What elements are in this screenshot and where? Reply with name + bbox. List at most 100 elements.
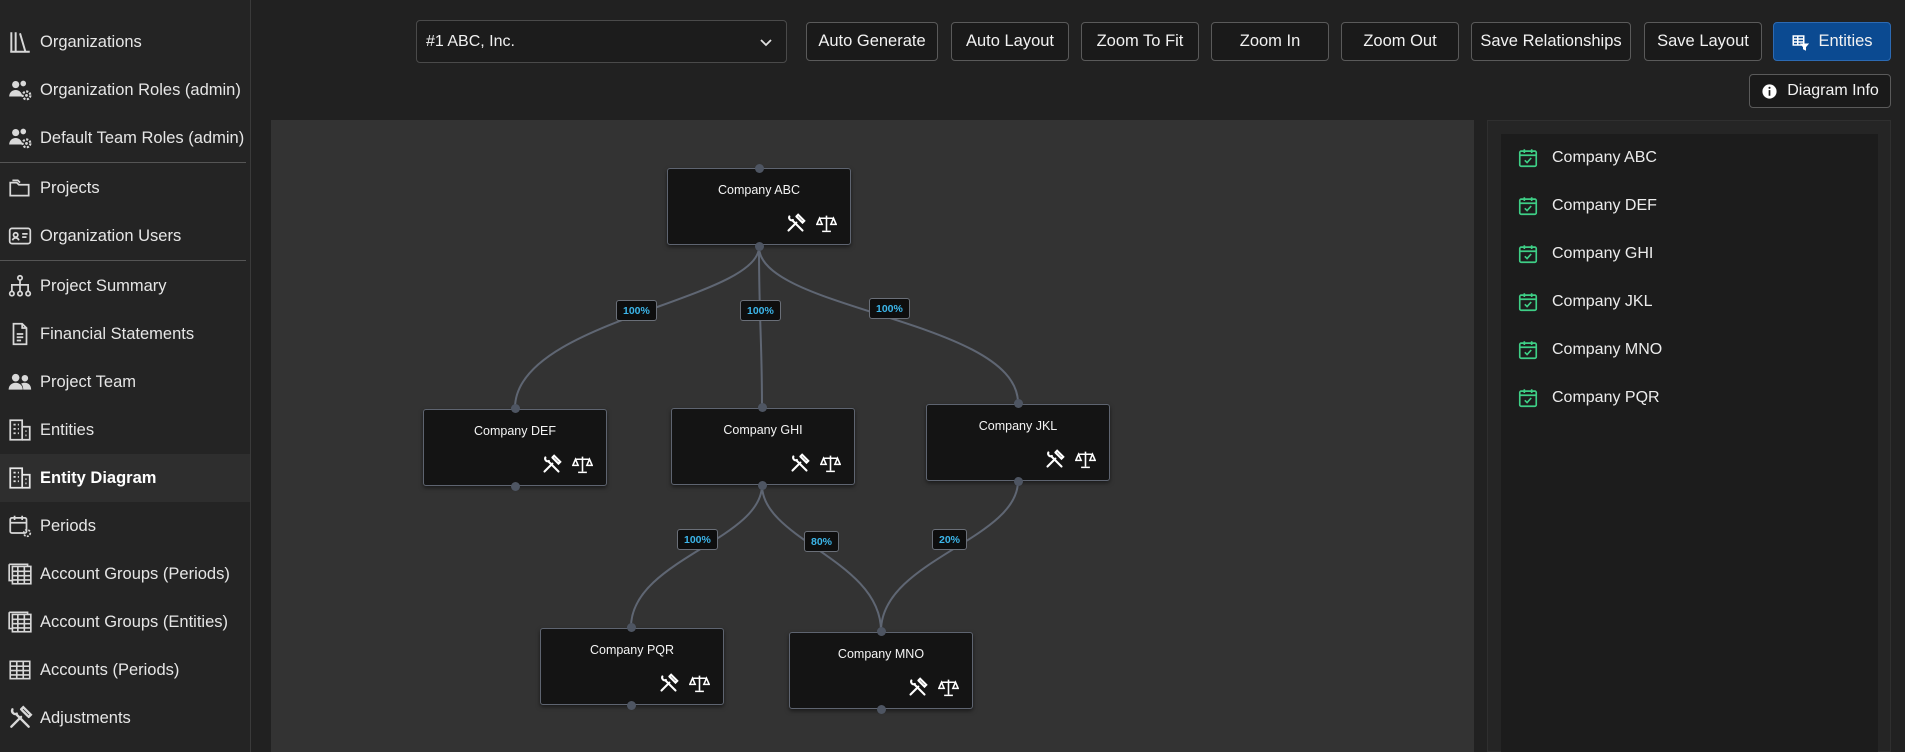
scale-icon[interactable] <box>819 453 842 474</box>
scale-icon[interactable] <box>688 673 711 694</box>
entity-list-item[interactable]: Company DEF <box>1501 186 1878 226</box>
edge-label[interactable]: 100% <box>869 298 910 319</box>
entity-list-item[interactable]: Company GHI <box>1501 234 1878 274</box>
sidebar-item-financial-statements[interactable]: Financial Statements <box>0 310 250 358</box>
zoom-in-button[interactable]: Zoom In <box>1211 22 1329 61</box>
edge-label[interactable]: 100% <box>677 529 718 550</box>
sidebar-item-label: Account Groups (Entities) <box>40 612 228 631</box>
edge-label[interactable]: 100% <box>616 300 657 321</box>
edge-abc-def <box>514 246 760 409</box>
node-handle-top[interactable] <box>627 623 636 632</box>
sidebar-item-label: Organizations <box>40 32 142 51</box>
calendar-check-icon <box>1518 389 1538 408</box>
node-company-jkl[interactable]: Company JKL <box>926 404 1110 481</box>
auto-generate-button[interactable]: Auto Generate <box>806 22 938 61</box>
diagram-info-label: Diagram Info <box>1787 82 1879 99</box>
table-icon <box>0 646 40 694</box>
sidebar-item-organization-roles[interactable]: Organization Roles (admin) <box>0 66 250 114</box>
scale-icon[interactable] <box>815 213 838 234</box>
buildings-icon <box>0 454 40 502</box>
node-handle-top[interactable] <box>1014 399 1023 408</box>
auto-layout-button[interactable]: Auto Layout <box>951 22 1069 61</box>
sidebar-item-entities[interactable]: Entities <box>0 406 250 454</box>
edge-label[interactable]: 20% <box>932 529 968 550</box>
node-handle-top[interactable] <box>755 164 764 173</box>
node-company-abc[interactable]: Company ABC <box>667 168 851 245</box>
tools-icon[interactable] <box>541 454 562 475</box>
sidebar-item-account-groups-periods[interactable]: Account Groups (Periods) <box>0 550 250 598</box>
sidebar-item-entity-diagram[interactable]: Entity Diagram <box>0 454 250 502</box>
edge-label[interactable]: 80% <box>804 531 840 552</box>
entity-list-item[interactable]: Company JKL <box>1501 282 1878 322</box>
node-company-ghi[interactable]: Company GHI <box>671 408 855 485</box>
save-layout-button[interactable]: Save Layout <box>1644 22 1762 61</box>
sidebar-item-default-team-roles[interactable]: Default Team Roles (admin) <box>0 114 250 162</box>
folders-icon <box>0 164 40 212</box>
tools-icon[interactable] <box>907 677 928 698</box>
tools-icon[interactable] <box>1044 449 1065 470</box>
table-stack-icon <box>0 598 40 646</box>
diagram-canvas[interactable]: Company ABC Company DEF Company GHI Comp… <box>271 120 1474 752</box>
node-handle-top[interactable] <box>758 403 767 412</box>
sidebar-item-label: Entities <box>40 420 95 439</box>
tools-icon <box>0 694 40 742</box>
node-company-mno[interactable]: Company MNO <box>789 632 973 709</box>
sidebar-item-label: Accounts (Periods) <box>40 660 180 679</box>
scale-icon[interactable] <box>937 677 960 698</box>
edge-ghi-pqr <box>630 484 763 628</box>
sidebar-item-project-summary[interactable]: Project Summary <box>0 262 250 310</box>
sidebar-item-accounts-periods[interactable]: Accounts (Periods) <box>0 646 250 694</box>
sidebar: Organizations Organization Roles (admin)… <box>0 0 251 752</box>
tools-icon[interactable] <box>658 673 679 694</box>
entity-list-label: Company PQR <box>1552 389 1660 406</box>
zoom-to-fit-button[interactable]: Zoom To Fit <box>1081 22 1199 61</box>
sidebar-item-adjustments[interactable]: Adjustments <box>0 694 250 742</box>
sidebar-item-periods[interactable]: Periods <box>0 502 250 550</box>
organization-select-value: #1 ABC, Inc. <box>426 32 515 50</box>
node-title: Company DEF <box>474 424 556 438</box>
table-filter-icon <box>1792 34 1810 51</box>
diagram-info-button[interactable]: Diagram Info <box>1749 74 1891 108</box>
node-handle-bottom[interactable] <box>1014 477 1023 486</box>
books-icon <box>0 18 40 66</box>
node-handle-bottom[interactable] <box>627 701 636 710</box>
node-handle-bottom[interactable] <box>511 482 520 491</box>
save-relationships-button[interactable]: Save Relationships <box>1471 22 1631 61</box>
tools-icon[interactable] <box>785 213 806 234</box>
node-handle-bottom[interactable] <box>755 242 764 251</box>
calendar-check-icon <box>1518 197 1538 216</box>
scale-icon[interactable] <box>1074 449 1097 470</box>
node-handle-top[interactable] <box>877 627 886 636</box>
chevron-down-icon <box>760 38 772 46</box>
sidebar-item-label: Default Team Roles (admin) <box>40 128 245 147</box>
sidebar-item-organization-users[interactable]: Organization Users <box>0 212 250 260</box>
entity-list-item[interactable]: Company PQR <box>1501 378 1878 418</box>
entity-list-item[interactable]: Company MNO <box>1501 330 1878 370</box>
sidebar-item-account-groups-entities[interactable]: Account Groups (Entities) <box>0 598 250 646</box>
edge-label[interactable]: 100% <box>740 300 781 321</box>
edge-ghi-mno <box>761 484 882 632</box>
scale-icon[interactable] <box>571 454 594 475</box>
entities-button[interactable]: Entities <box>1773 22 1891 61</box>
sidebar-item-label: Adjustments <box>40 708 131 727</box>
node-company-def[interactable]: Company DEF <box>423 409 607 486</box>
entities-list: Company ABC Company DEF Company GHI Comp… <box>1501 134 1878 752</box>
edge-jkl-mno <box>880 480 1019 632</box>
node-company-pqr[interactable]: Company PQR <box>540 628 724 705</box>
organization-select[interactable]: #1 ABC, Inc. <box>416 20 787 63</box>
sidebar-item-organizations[interactable]: Organizations <box>0 18 250 66</box>
node-handle-top[interactable] <box>511 404 520 413</box>
node-handle-bottom[interactable] <box>877 705 886 714</box>
calendar-check-icon <box>1518 245 1538 264</box>
node-handle-bottom[interactable] <box>758 481 767 490</box>
sidebar-item-label: Organization Users <box>40 226 182 245</box>
node-title: Company MNO <box>837 647 925 661</box>
entity-list-item[interactable]: Company ABC <box>1501 138 1878 178</box>
sidebar-item-label: Periods <box>40 516 96 535</box>
info-icon <box>1762 83 1777 99</box>
tools-icon[interactable] <box>789 453 810 474</box>
zoom-out-button[interactable]: Zoom Out <box>1341 22 1459 61</box>
hierarchy-icon <box>0 262 40 310</box>
sidebar-item-project-team[interactable]: Project Team <box>0 358 250 406</box>
sidebar-item-projects[interactable]: Projects <box>0 164 250 212</box>
